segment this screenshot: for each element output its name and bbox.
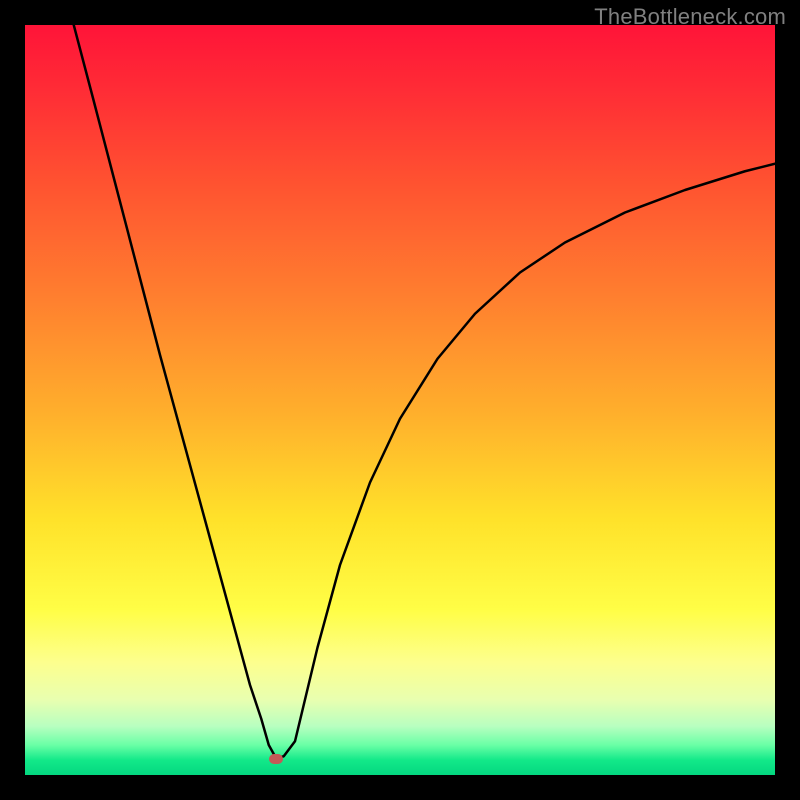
- plot-area: [25, 25, 775, 775]
- watermark-text: TheBottleneck.com: [594, 4, 786, 30]
- curve-svg: [25, 25, 775, 775]
- bottleneck-curve: [74, 25, 775, 759]
- chart-stage: TheBottleneck.com: [0, 0, 800, 800]
- minimum-point-marker: [269, 754, 283, 764]
